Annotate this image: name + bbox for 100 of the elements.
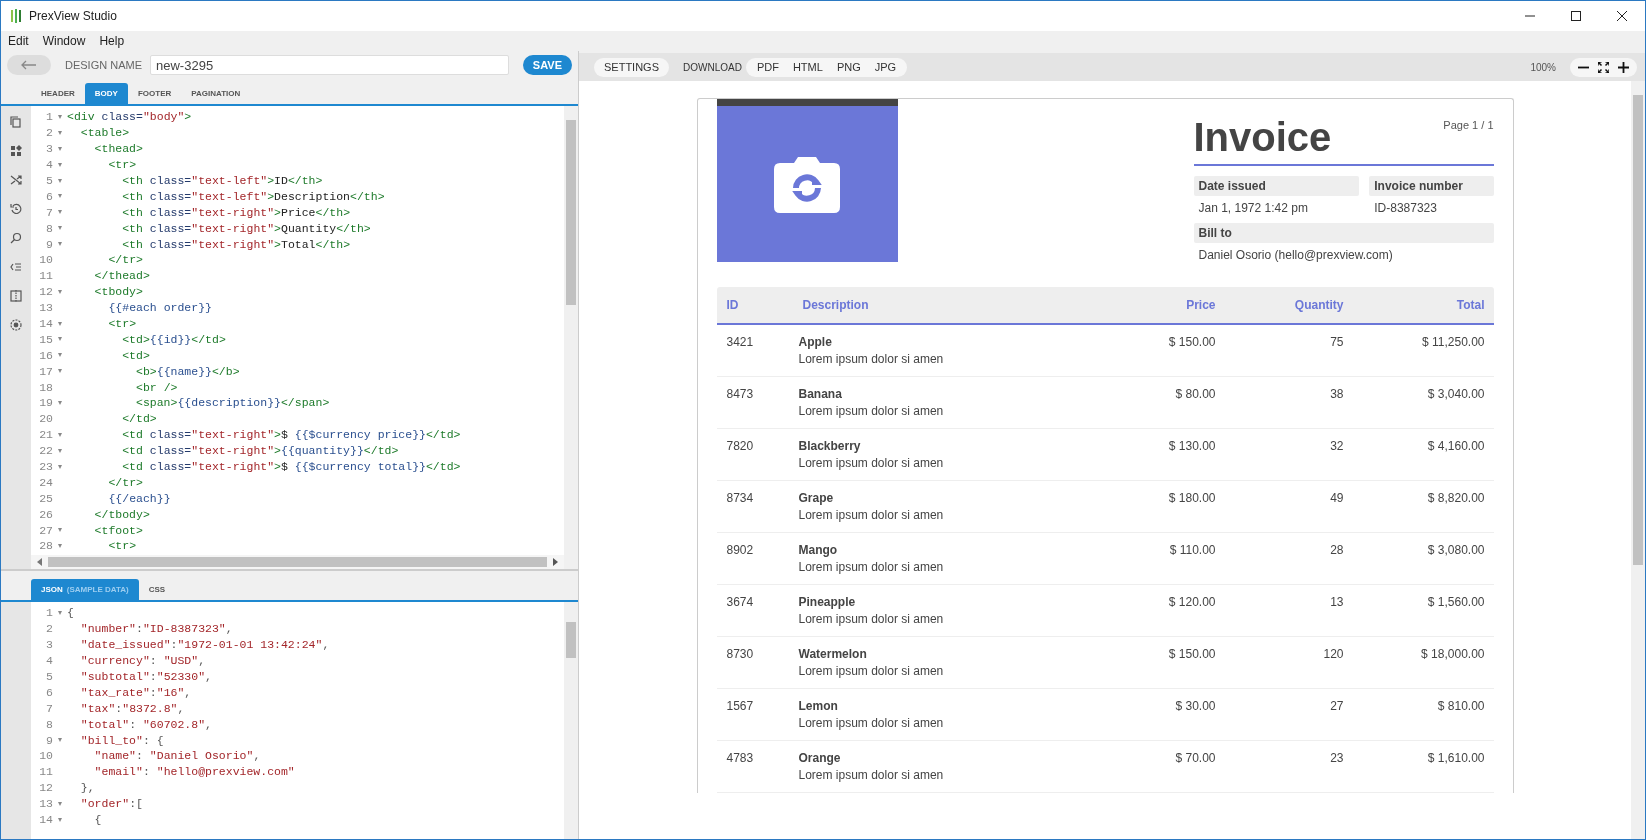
vertical-scrollbar[interactable] bbox=[564, 602, 578, 839]
table-cell-text: $ 8,820.00 bbox=[1426, 491, 1486, 505]
item-description: Lorem ipsum dolor si amen bbox=[798, 404, 945, 418]
fold-icon[interactable] bbox=[58, 464, 62, 469]
table-cell-text: 8734 bbox=[725, 491, 755, 505]
code-line: <tbody> bbox=[93, 285, 143, 299]
template-tab[interactable]: PAGINATION bbox=[181, 83, 251, 104]
line-number: 12 bbox=[38, 781, 53, 795]
vertical-scrollbar[interactable] bbox=[564, 106, 578, 569]
fold-icon[interactable] bbox=[58, 801, 62, 806]
code-line: <div class="body"> bbox=[67, 110, 192, 124]
download-format-button[interactable]: HTML bbox=[785, 61, 830, 73]
code-line: </tbody> bbox=[93, 507, 150, 521]
fold-icon[interactable] bbox=[58, 544, 62, 548]
code-line: <thead> bbox=[93, 142, 143, 156]
shuffle-icon[interactable] bbox=[10, 174, 22, 186]
table-cell-text: 4783 bbox=[725, 751, 755, 765]
fold-icon[interactable] bbox=[58, 178, 62, 183]
table-cell-text: 23 bbox=[1329, 751, 1344, 765]
vertical-scrollbar[interactable] bbox=[1631, 81, 1645, 839]
settings-icon[interactable] bbox=[10, 319, 22, 331]
fold-icon[interactable] bbox=[58, 321, 62, 326]
fold-icon[interactable] bbox=[58, 210, 62, 215]
save-button[interactable]: SAVE bbox=[522, 55, 572, 75]
line-number: 19 bbox=[38, 396, 53, 410]
line-number: 23 bbox=[38, 460, 53, 474]
fold-icon[interactable] bbox=[58, 146, 62, 151]
field-label: Date issued bbox=[1193, 176, 1360, 196]
history-icon[interactable] bbox=[10, 203, 22, 215]
horizontal-scrollbar[interactable] bbox=[31, 555, 564, 569]
search-replace-icon[interactable] bbox=[10, 232, 22, 244]
fold-icon[interactable] bbox=[58, 162, 62, 167]
table-cell-text: 120 bbox=[1322, 647, 1344, 661]
close-icon[interactable] bbox=[1617, 11, 1627, 21]
data-tab[interactable]: CSS bbox=[138, 579, 176, 600]
line-number: 3 bbox=[45, 638, 53, 652]
menu-item[interactable]: Window bbox=[42, 34, 86, 48]
fold-icon[interactable] bbox=[58, 369, 62, 374]
code-line: <td class="text-right">$ {{$currency total}}</td> bbox=[121, 460, 461, 474]
code-line: <br /> bbox=[135, 380, 178, 394]
code-line: "order":[ bbox=[79, 797, 143, 811]
fold-icon[interactable] bbox=[58, 610, 62, 615]
data-tab[interactable]: JSON (SAMPLE DATA) bbox=[31, 579, 139, 600]
fold-icon[interactable] bbox=[58, 432, 62, 437]
zoom-in-icon[interactable] bbox=[1618, 61, 1629, 73]
item-name: Apple bbox=[798, 335, 833, 349]
table-cell-text: 75 bbox=[1329, 335, 1344, 349]
template-tab[interactable]: HEADER bbox=[31, 83, 85, 104]
field-value: ID-8387323 bbox=[1373, 200, 1438, 217]
table-cell-text: $ 150.00 bbox=[1167, 647, 1216, 661]
table-cell-text: $ 130.00 bbox=[1167, 439, 1216, 453]
code-line: "currency": "USD", bbox=[79, 654, 206, 668]
fold-icon[interactable] bbox=[58, 738, 62, 743]
column-header: Price bbox=[1185, 298, 1216, 312]
back-button[interactable] bbox=[7, 55, 51, 75]
line-number: 26 bbox=[38, 507, 53, 521]
fold-icon[interactable] bbox=[58, 114, 62, 119]
camera-icon bbox=[774, 155, 840, 213]
menu-item[interactable]: Edit bbox=[8, 34, 29, 48]
fold-icon[interactable] bbox=[58, 337, 62, 342]
table-cell-text: $ 810.00 bbox=[1436, 699, 1486, 713]
line-number: 8 bbox=[45, 717, 53, 731]
field-value: Daniel Osorio (hello@prexview.com) bbox=[1197, 247, 1394, 264]
fold-icon[interactable] bbox=[58, 130, 62, 135]
code-line: { bbox=[93, 813, 102, 826]
copy-icon[interactable] bbox=[10, 116, 22, 128]
indent-icon[interactable] bbox=[10, 261, 22, 273]
fold-icon[interactable] bbox=[58, 448, 62, 453]
fold-icon[interactable] bbox=[58, 289, 62, 294]
fold-icon[interactable] bbox=[58, 353, 62, 358]
fold-icon[interactable] bbox=[58, 194, 62, 199]
fold-icon[interactable] bbox=[58, 528, 62, 533]
download-format-button[interactable]: PDF bbox=[749, 61, 786, 73]
code-line: <span>{{description}}</span> bbox=[135, 396, 330, 410]
settings-button[interactable]: SETTINGS bbox=[594, 57, 669, 77]
line-number: 14 bbox=[38, 813, 53, 826]
line-number: 5 bbox=[45, 670, 53, 683]
item-description: Lorem ipsum dolor si amen bbox=[798, 716, 945, 730]
fullscreen-icon[interactable] bbox=[1598, 61, 1609, 73]
code-line: </td> bbox=[121, 412, 157, 426]
fold-icon[interactable] bbox=[58, 400, 62, 405]
table-cell-text: 3674 bbox=[725, 595, 755, 609]
code-line: "date_issued":"1972-01-01 13:42:24", bbox=[79, 638, 330, 652]
download-format-button[interactable]: JPG bbox=[867, 61, 904, 73]
item-name: Lemon bbox=[798, 699, 839, 713]
download-format-button[interactable]: PNG bbox=[829, 61, 868, 73]
maximize-icon[interactable] bbox=[1571, 11, 1581, 21]
fold-icon[interactable] bbox=[58, 242, 62, 247]
design-name-field[interactable]: new-3295 bbox=[150, 55, 509, 75]
table-cell-text: $ 1,560.00 bbox=[1426, 595, 1486, 609]
fold-icon[interactable] bbox=[58, 226, 62, 231]
line-number: 14 bbox=[38, 317, 53, 330]
line-number: 22 bbox=[38, 444, 53, 458]
template-tab[interactable]: BODY bbox=[84, 83, 128, 104]
menu-item[interactable]: Help bbox=[99, 34, 125, 48]
split-view-icon[interactable] bbox=[10, 290, 22, 302]
blocks-icon[interactable] bbox=[10, 145, 22, 157]
line-number: 7 bbox=[45, 205, 53, 219]
template-tab[interactable]: FOOTER bbox=[127, 83, 182, 104]
fold-icon[interactable] bbox=[58, 817, 62, 822]
